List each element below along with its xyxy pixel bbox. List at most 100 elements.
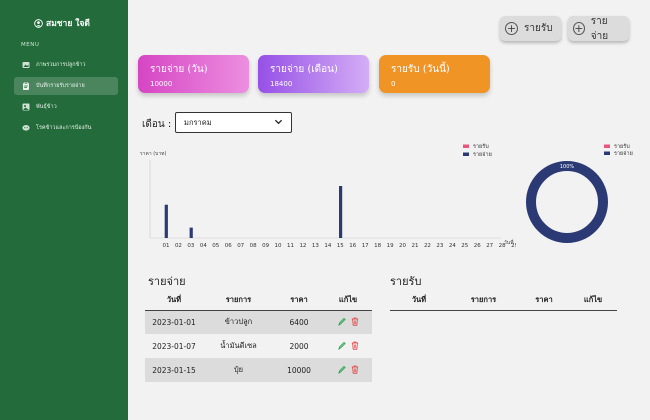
x-tick-label: 01 <box>163 243 170 249</box>
sidebar-item-label: พันธุ์ข้าว <box>36 104 57 110</box>
cell-date: 2023-01-07 <box>152 341 196 351</box>
add-expense-button[interactable]: + รายจ่าย <box>568 15 629 42</box>
x-tick-label: 09 <box>262 243 269 249</box>
x-tick-label: 08 <box>250 243 257 249</box>
edit-icon[interactable] <box>337 317 346 326</box>
sidebar-item-overview[interactable]: ภาพรวมการปลูกข้าว <box>14 56 118 74</box>
sidebar-item-label: บันทึกรายรับรายจ่าย <box>36 83 85 89</box>
x-tick-label: 03 <box>187 243 194 249</box>
user-name: สมชาย ใจดี <box>46 19 90 29</box>
x-tick-label: 14 <box>324 243 331 249</box>
month-select[interactable]: มกราคม <box>175 112 292 133</box>
bar-chart-legend: รายรับรายจ่าย <box>463 143 492 158</box>
card-value: 18400 <box>270 80 293 88</box>
legend-label: รายรับ <box>473 143 489 150</box>
cell-item: น้ำมันดีเซล <box>220 341 257 350</box>
cell-price: 2000 <box>289 341 309 351</box>
income-table-title: รายรับ <box>390 275 422 288</box>
cell-price: 10000 <box>274 358 324 382</box>
expense-table: วันที่ รายการ ราคา แก้ไข 2023-01-01 ข้าว… <box>145 290 372 382</box>
sidebar-item-diseases[interactable]: โรคข้าวและการป้องกัน <box>14 119 118 137</box>
month-select-value: มกราคม <box>184 117 212 127</box>
sidebar-nav: ภาพรวมการปลูกข้าว บันทึกรายรับรายจ่าย พั… <box>14 56 118 140</box>
add-income-label: รายรับ <box>524 23 553 34</box>
user-icon <box>34 18 43 28</box>
col-header-item: รายการ <box>448 290 519 311</box>
col-header-price: ราคา <box>274 290 324 311</box>
daily-expense-card: รายจ่าย (วัน) 10000 <box>138 55 249 93</box>
income-table: วันที่ รายการ ราคา แก้ไข <box>390 290 617 311</box>
bar-chart-ticks: 01 02 03 04 05 06 07 08 09 10 11 12 13 14 15 16 17 18 19 20… <box>163 243 517 249</box>
x-tick-label: 17 <box>362 243 369 249</box>
x-tick-label: 07 <box>237 243 244 249</box>
donut-chart-marks <box>526 161 608 243</box>
x-tick-label: 24 <box>449 243 456 249</box>
legend-label: รายรับ <box>614 143 630 150</box>
expense-table-title: รายจ่าย <box>148 275 186 288</box>
table-header-row: วันที่ รายการ ราคา แก้ไข <box>145 290 372 311</box>
sidebar-item-label: โรคข้าวและการป้องกัน <box>36 125 92 131</box>
x-tick-label: 02 <box>175 243 182 249</box>
x-tick-label: 21 <box>412 243 419 249</box>
legend-swatch <box>463 144 469 148</box>
edit-icon[interactable] <box>337 365 346 374</box>
today-income-card: รายรับ (วันนี้) 0 <box>379 55 490 93</box>
x-tick-label: 12 <box>299 243 306 249</box>
trash-icon[interactable] <box>351 317 359 326</box>
x-tick-label: 19 <box>387 243 394 249</box>
x-tick-label: 16 <box>349 243 356 249</box>
chat-icon <box>22 125 30 131</box>
table-row: 2023-01-15 ปุ๋ย 10000 <box>145 358 372 382</box>
y-axis-label: ราคา (บาท) <box>140 151 166 157</box>
x-tick-label: 26 <box>474 243 481 249</box>
add-income-button[interactable]: + รายรับ <box>500 16 561 41</box>
table-row: 2023-01-07 น้ำมันดีเซล 2000 <box>145 334 372 358</box>
x-tick-label: 22 <box>424 243 431 249</box>
image-icon <box>22 62 30 68</box>
x-tick-label: 05 <box>212 243 219 249</box>
clipboard-icon <box>23 82 29 90</box>
edit-icon[interactable] <box>337 341 346 350</box>
x-tick-label: 10 <box>275 243 282 249</box>
table-row: 2023-01-01 ข้าวปลูก 6400 <box>145 310 372 334</box>
bar-mark <box>164 204 168 238</box>
x-tick-label: 23 <box>436 243 443 249</box>
cell-date: 2023-01-15 <box>145 358 203 382</box>
bar-chart-marks <box>164 186 343 238</box>
bar-mark <box>189 227 193 238</box>
legend-swatch <box>604 151 610 155</box>
trash-icon[interactable] <box>351 365 359 374</box>
trash-icon[interactable] <box>351 341 359 350</box>
month-label: เดือน : <box>142 119 172 130</box>
col-header-date: วันที่ <box>145 290 203 311</box>
x-tick-label: 06 <box>225 243 232 249</box>
sidebar: สมชาย ใจดี MENU ภาพรวมการปลูกข้าว บันทึก… <box>0 0 128 420</box>
sidebar-item-rice-varieties[interactable]: พันธุ์ข้าว <box>14 98 118 116</box>
cell-price: 6400 <box>274 310 324 334</box>
sidebar-item-records[interactable]: บันทึกรายรับรายจ่าย <box>14 77 118 95</box>
x-axis-suffix: วันที่ <box>504 239 514 246</box>
user-brand[interactable]: สมชาย ใจดี <box>34 16 90 30</box>
x-tick-label: 11 <box>287 243 294 249</box>
col-header-item: รายการ <box>203 290 274 311</box>
plus-icon: + <box>505 22 518 35</box>
cell-item: ปุ๋ย <box>203 358 274 382</box>
photo-icon <box>22 103 30 111</box>
add-expense-label: รายจ่าย <box>590 15 609 42</box>
col-header-edit: แก้ไข <box>324 290 372 311</box>
cell-actions <box>324 310 372 334</box>
plus-icon: + <box>573 22 585 35</box>
cell-item: ข้าวปลูก <box>203 310 274 334</box>
x-tick-label: 18 <box>374 243 381 249</box>
x-tick-label: 04 <box>200 243 207 249</box>
sidebar-item-label: ภาพรวมการปลูกข้าว <box>36 62 86 68</box>
card-value: 10000 <box>150 80 173 88</box>
donut-chart: รายรับรายจ่าย 100% <box>526 143 633 243</box>
cell-date: 2023-01-01 <box>145 310 203 334</box>
x-tick-label: 13 <box>312 243 319 249</box>
legend-swatch <box>604 144 610 148</box>
cell-actions <box>324 334 372 358</box>
donut-chart-legend: รายรับรายจ่าย <box>604 143 633 157</box>
donut-percent-label: 100% <box>560 164 575 170</box>
x-tick-label: 25 <box>461 243 468 249</box>
